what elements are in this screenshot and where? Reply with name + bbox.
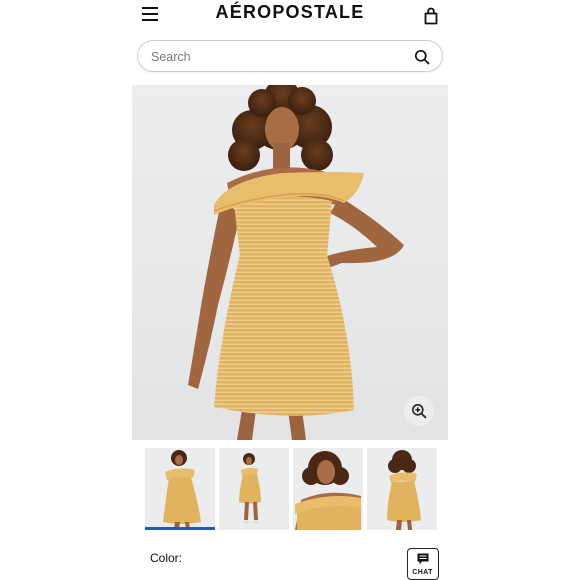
- chat-bubble-icon: [417, 553, 429, 565]
- thumbnail-back[interactable]: [367, 448, 437, 530]
- thumbnail-front-full[interactable]: [145, 448, 215, 530]
- search-input[interactable]: [151, 47, 401, 67]
- top-header: AÉROPOSTALE: [0, 0, 580, 30]
- color-label: Color:: [150, 551, 183, 565]
- search-icon[interactable]: [414, 49, 430, 65]
- brand-logo[interactable]: AÉROPOSTALE: [210, 2, 370, 23]
- thumbnail-front-far[interactable]: [219, 448, 289, 530]
- thumbnail-strip: [145, 448, 437, 532]
- zoom-in-icon[interactable]: [404, 396, 434, 426]
- chat-label: CHAT: [412, 569, 433, 576]
- product-page: AÉROPOSTALE Search Color: CHAT: [0, 0, 580, 580]
- product-main-image[interactable]: [132, 85, 448, 440]
- model-illustration: [188, 85, 404, 440]
- chat-button[interactable]: CHAT: [407, 548, 439, 580]
- search-bar: [137, 40, 443, 72]
- thumbnail-close-up[interactable]: [293, 448, 363, 530]
- shopping-bag-icon[interactable]: [423, 7, 439, 25]
- hamburger-menu-icon[interactable]: [142, 6, 160, 22]
